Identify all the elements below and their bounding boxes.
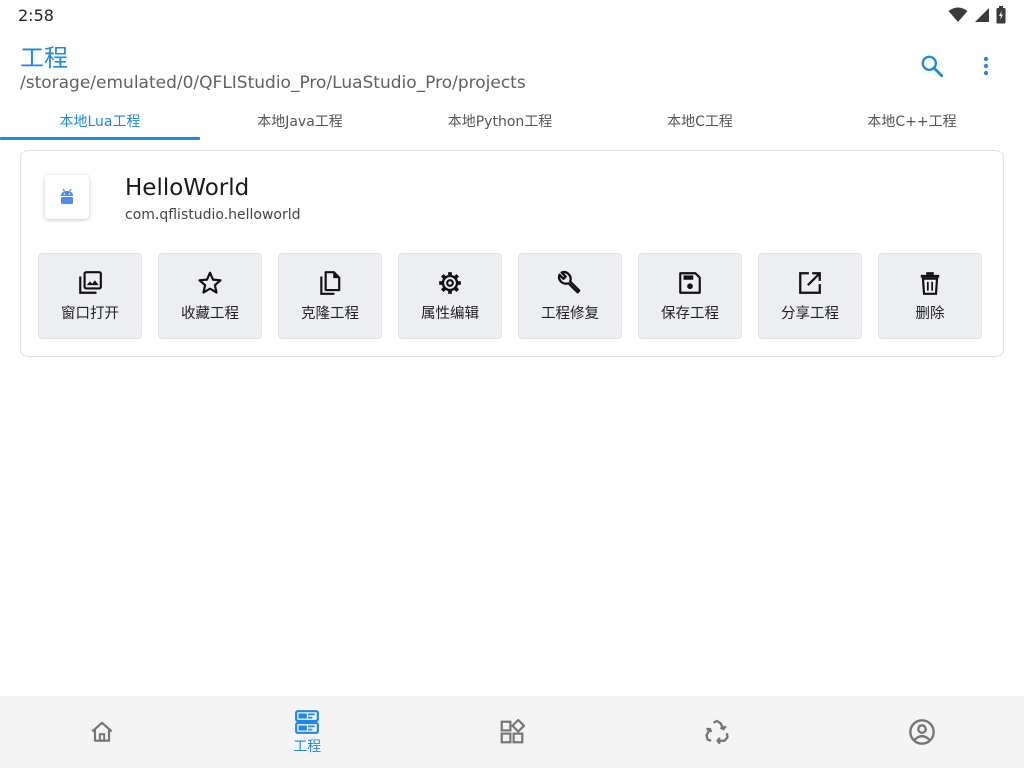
- nav-projects-label: 工程: [293, 738, 322, 755]
- nav-home[interactable]: [0, 696, 205, 768]
- nav-apps[interactable]: [410, 696, 615, 768]
- tab-local-java[interactable]: 本地Java工程: [200, 102, 400, 140]
- projects-icon: [294, 709, 320, 735]
- open-window-button[interactable]: 窗口打开: [38, 253, 142, 339]
- tab-local-lua[interactable]: 本地Lua工程: [0, 102, 200, 140]
- screen: 2:58 工程 /storage/emulated/0/QFLIStudio_P…: [0, 0, 1024, 768]
- project-actions: 窗口打开 收藏工程 克隆工程 属性编辑 工程修复 保存工程 分享工程 删除: [38, 253, 982, 339]
- save-icon: [677, 270, 703, 296]
- save-project-button[interactable]: 保存工程: [638, 253, 742, 339]
- cellular-signal-icon: [974, 7, 990, 23]
- home-icon: [89, 719, 115, 745]
- tab-local-c[interactable]: 本地C工程: [600, 102, 800, 140]
- app-bar: 工程 /storage/emulated/0/QFLIStudio_Pro/Lu…: [0, 30, 1024, 102]
- status-time: 2:58: [18, 5, 54, 25]
- delete-project-label: 删除: [915, 305, 945, 322]
- star-icon: [197, 270, 223, 296]
- project-name: HelloWorld: [125, 175, 250, 201]
- project-package: com.qflistudio.helloworld: [125, 207, 301, 223]
- favorite-project-button[interactable]: 收藏工程: [158, 253, 262, 339]
- nav-projects[interactable]: 工程: [205, 696, 410, 768]
- more-vert-icon: [974, 54, 998, 78]
- nav-account[interactable]: [819, 696, 1024, 768]
- copy-icon: [317, 270, 343, 296]
- project-icon: [45, 175, 89, 219]
- project-type-tabs: 本地Lua工程 本地Java工程 本地Python工程 本地C工程 本地C++工…: [0, 102, 1024, 140]
- account-icon: [908, 718, 936, 746]
- trash-icon: [917, 270, 943, 296]
- wrench-icon: [557, 270, 583, 296]
- share-project-button[interactable]: 分享工程: [758, 253, 862, 339]
- status-icons: [948, 6, 1006, 24]
- clone-project-button[interactable]: 克隆工程: [278, 253, 382, 339]
- recycle-icon: [703, 718, 731, 746]
- gear-icon: [437, 270, 463, 296]
- page-title: 工程: [20, 44, 68, 72]
- repair-project-button[interactable]: 工程修复: [518, 253, 622, 339]
- edit-properties-label: 属性编辑: [421, 305, 479, 322]
- repair-project-label: 工程修复: [541, 305, 599, 322]
- search-button[interactable]: [912, 46, 952, 86]
- search-icon: [919, 53, 945, 79]
- project-card[interactable]: HelloWorld com.qflistudio.helloworld 窗口打…: [20, 150, 1004, 357]
- favorite-project-label: 收藏工程: [181, 305, 239, 322]
- status-bar: 2:58: [0, 0, 1024, 30]
- share-icon: [797, 270, 823, 296]
- gallery-icon: [77, 270, 103, 296]
- tab-local-cpp[interactable]: 本地C++工程: [800, 102, 1024, 140]
- nav-recycle[interactable]: [614, 696, 819, 768]
- projects-path: /storage/emulated/0/QFLIStudio_Pro/LuaSt…: [20, 73, 526, 93]
- apps-icon: [499, 719, 525, 745]
- bottom-navigation: 工程: [0, 696, 1024, 768]
- more-options-button[interactable]: [966, 46, 1006, 86]
- tab-local-python[interactable]: 本地Python工程: [400, 102, 600, 140]
- delete-project-button[interactable]: 删除: [878, 253, 982, 339]
- clone-project-label: 克隆工程: [301, 305, 359, 322]
- android-icon: [59, 187, 75, 207]
- edit-properties-button[interactable]: 属性编辑: [398, 253, 502, 339]
- save-project-label: 保存工程: [661, 305, 719, 322]
- wifi-icon: [948, 7, 968, 23]
- battery-icon: [996, 6, 1006, 24]
- open-window-label: 窗口打开: [61, 305, 119, 322]
- share-project-label: 分享工程: [781, 305, 839, 322]
